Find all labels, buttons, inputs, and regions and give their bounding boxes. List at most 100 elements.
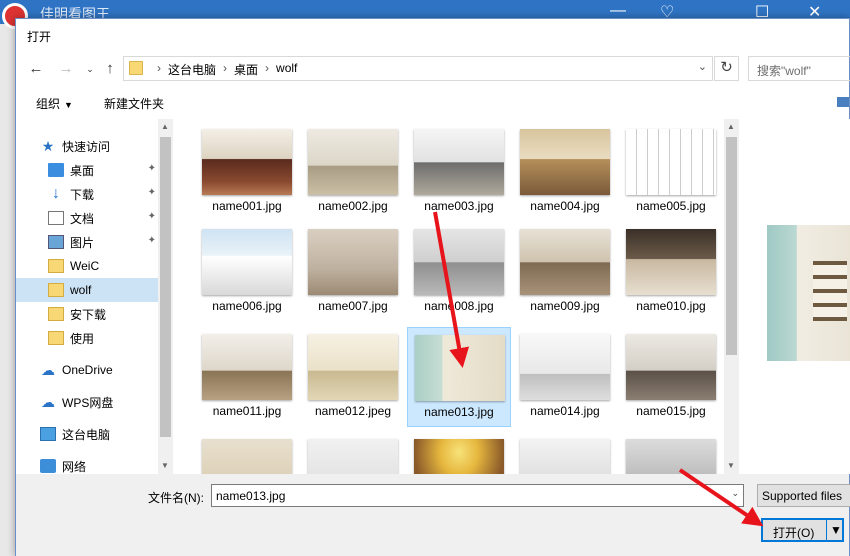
dialog-titlebar: 打开 [16,19,849,51]
folder-icon [129,61,143,75]
sidebar-item-desktop[interactable]: 桌面 ✦ [16,158,158,182]
navigation-scrollbar[interactable]: ▲ ▼ [158,119,173,474]
file-item[interactable]: name003.jpg [407,122,511,222]
sidebar-item-this-pc[interactable]: 这台电脑 [16,422,158,446]
sidebar-item-label: 下载 [70,187,95,202]
view-options-icon[interactable] [837,97,849,107]
filename-value: name013.jpg [216,489,286,503]
breadcrumb-item[interactable]: 这台电脑 [168,61,216,78]
breadcrumb-item[interactable]: wolf [276,61,297,78]
image-thumbnail [414,229,504,295]
file-item[interactable]: name010.jpg [619,222,723,322]
file-name: name011.jpg [212,404,282,418]
organize-button[interactable]: 组织 ▼ [36,95,73,112]
sidebar-item-weic[interactable]: WeiC [16,254,158,278]
file-item[interactable] [301,432,405,474]
image-thumbnail [626,334,716,400]
sidebar-item-label: 使用 [70,331,95,346]
image-thumbnail [626,229,716,295]
file-item[interactable]: name009.jpg [513,222,617,322]
file-item[interactable]: name008.jpg [407,222,511,322]
sidebar-item-label: 快速访问 [62,139,111,154]
file-item-selected[interactable]: name013.jpg [407,327,511,427]
image-thumbnail [202,229,292,295]
file-item[interactable]: name001.jpg [195,122,299,222]
sidebar-item-quick-access[interactable]: ★ 快速访问 [40,134,173,158]
chevron-down-icon[interactable]: ⌄ [698,60,707,73]
file-name: name004.jpg [530,199,600,213]
split-divider [826,520,827,540]
image-thumbnail [520,439,610,474]
sidebar-item-wolf[interactable]: wolf [16,278,158,302]
recent-locations-chevron-icon[interactable]: ⌄ [80,59,100,79]
search-input[interactable]: 搜索"wolf" [748,56,850,81]
file-item[interactable]: name004.jpg [513,122,617,222]
file-name: name013.jpg [424,405,494,419]
sidebar-item-label: WeiC [70,259,100,273]
filename-label: 文件名(N): [148,491,204,505]
file-list-scrollbar[interactable]: ▲ ▼ [724,119,739,474]
scroll-down-icon[interactable]: ▼ [727,461,735,470]
filename-input[interactable]: name013.jpg ⌄ [211,484,744,507]
file-name: name010.jpg [636,299,706,313]
open-button[interactable]: 打开(O) ▼ [761,518,844,542]
organize-label: 组织 [36,97,61,111]
file-item[interactable]: name005.jpg [619,122,723,222]
chevron-right-icon: › [265,61,270,75]
up-arrow-icon[interactable]: ↑ [100,59,120,79]
dialog-footer: 文件名(N): name013.jpg ⌄ Supported files 打开… [16,474,850,556]
image-thumbnail [308,229,398,295]
sidebar-item-network[interactable]: 网络 [16,454,158,474]
sidebar-item-documents[interactable]: 文档 ✦ [16,206,158,230]
forward-arrow-icon[interactable]: → [56,59,76,79]
new-folder-button[interactable]: 新建文件夹 [104,95,164,112]
file-item[interactable]: name014.jpg [513,327,617,427]
open-button-label: 打开(O) [773,526,815,540]
sidebar-item-anxiazai[interactable]: 安下载 [16,302,158,326]
file-name: name015.jpg [636,404,706,418]
image-thumbnail [520,129,610,195]
file-item[interactable]: name012.jpeg [301,327,405,427]
file-item[interactable] [195,432,299,474]
image-thumbnail [626,439,716,474]
scroll-up-icon[interactable]: ▲ [161,122,169,131]
file-item[interactable]: name007.jpg [301,222,405,322]
dialog-title: 打开 [27,30,52,44]
sidebar-item-pictures[interactable]: 图片 ✦ [16,230,158,254]
caret-down-icon[interactable]: ▼ [830,523,842,537]
file-type-filter[interactable]: Supported files [757,484,850,507]
scroll-up-icon[interactable]: ▲ [727,122,735,131]
sidebar-item-wps[interactable]: ☁ WPS网盘 [16,390,158,414]
file-name: name002.jpg [318,199,388,213]
sidebar-item-shiyong[interactable]: 使用 [16,326,158,350]
command-bar: 组织 ▼ 新建文件夹 [16,89,849,117]
preview-pane [739,119,850,474]
sidebar-item-downloads[interactable]: ↓ 下载 ✦ [16,182,158,206]
file-name: name003.jpg [424,199,494,213]
refresh-icon[interactable]: ↻ [714,56,739,81]
preview-image [767,225,850,361]
file-item[interactable]: name006.jpg [195,222,299,322]
scrollbar-thumb[interactable] [160,137,171,437]
sidebar-item-label: OneDrive [62,363,113,377]
scroll-down-icon[interactable]: ▼ [161,461,169,470]
file-item[interactable]: name015.jpg [619,327,723,427]
chevron-right-icon: › [157,61,161,75]
file-name: name007.jpg [318,299,388,313]
file-item[interactable] [513,432,617,474]
sidebar-item-onedrive[interactable]: ☁ OneDrive [16,358,158,382]
breadcrumb-item[interactable]: 桌面 [234,61,258,78]
download-icon: ↓ [52,185,60,202]
file-name: name008.jpg [424,299,494,313]
file-item[interactable]: name011.jpg [195,327,299,427]
file-item[interactable]: name002.jpg [301,122,405,222]
image-thumbnail [308,334,398,400]
cloud-icon: ☁ [41,394,55,410]
scrollbar-thumb[interactable] [726,137,737,355]
folder-icon [48,307,64,321]
file-item[interactable] [407,432,511,474]
chevron-down-icon[interactable]: ⌄ [731,488,739,499]
file-item[interactable] [619,432,723,474]
address-bar[interactable]: › 这台电脑 › 桌面 › wolf ⌄ [123,56,713,81]
back-arrow-icon[interactable]: ← [26,59,46,79]
